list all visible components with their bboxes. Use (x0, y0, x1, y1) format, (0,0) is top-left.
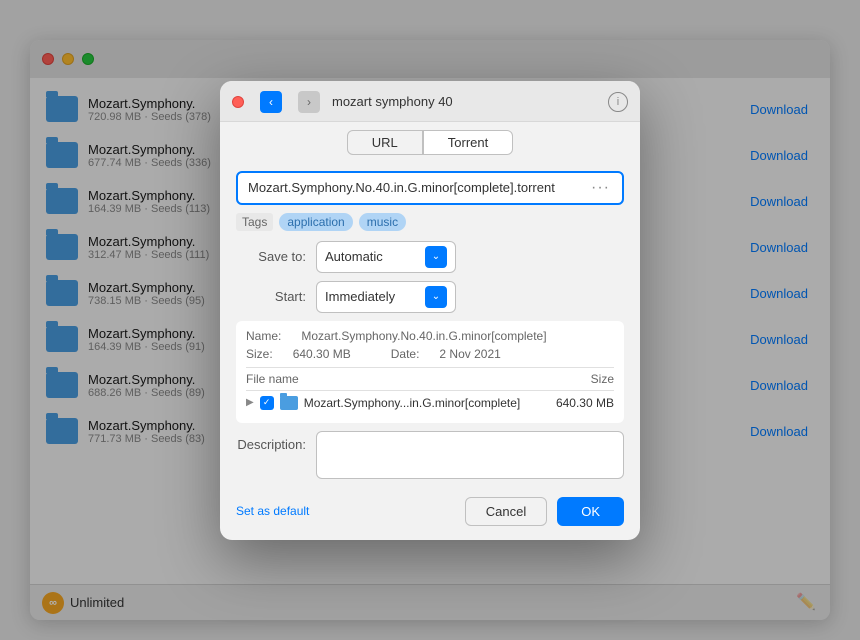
save-to-label: Save to: (236, 249, 316, 264)
file-rows: ▶ ✓ Mozart.Symphony...in.G.minor[complet… (246, 391, 614, 415)
tag-application[interactable]: application (279, 213, 352, 231)
torrent-input-row: ··· (236, 171, 624, 205)
info-size-value: 640.30 MB (293, 347, 351, 361)
file-table-row: ▶ ✓ Mozart.Symphony...in.G.minor[complet… (246, 391, 614, 415)
modal-title: mozart symphony 40 (328, 94, 600, 109)
start-select[interactable]: Immediately ⌄ (316, 281, 456, 313)
save-to-row: Save to: Automatic ⌄ (236, 241, 624, 273)
tags-label: Tags (236, 213, 273, 231)
info-name-label: Name: (246, 329, 281, 343)
start-chevron-icon: ⌄ (425, 286, 447, 308)
save-to-select[interactable]: Automatic ⌄ (316, 241, 456, 273)
description-textarea[interactable] (316, 431, 624, 479)
description-label: Description: (236, 431, 316, 452)
info-date-label: Date: (391, 347, 420, 361)
save-to-chevron-icon: ⌄ (425, 246, 447, 268)
file-size: 640.30 MB (534, 396, 614, 410)
file-checkbox[interactable]: ✓ (260, 396, 274, 410)
save-to-value: Automatic (325, 249, 383, 264)
modal-titlebar: ‹ › mozart symphony 40 i (220, 81, 640, 122)
info-size-label: Size: (246, 347, 273, 361)
cancel-button[interactable]: Cancel (465, 497, 547, 526)
file-folder-icon (280, 396, 298, 410)
modal-tl-red[interactable] (232, 96, 244, 108)
modal-back-btn[interactable]: ‹ (260, 91, 282, 113)
set-default-link[interactable]: Set as default (236, 504, 309, 518)
modal-tabs: URL Torrent (220, 122, 640, 161)
modal-info-btn[interactable]: i (608, 92, 628, 112)
info-name-value: Mozart.Symphony.No.40.in.G.minor[complet… (301, 329, 546, 343)
file-col-name-header: File name (246, 372, 534, 386)
modal-body: ··· Tags application music Save to: Auto… (220, 161, 640, 489)
file-expand-icon[interactable]: ▶ (246, 397, 254, 408)
start-label: Start: (236, 289, 316, 304)
torrent-more-btn[interactable]: ··· (589, 179, 612, 197)
tab-url[interactable]: URL (347, 130, 423, 155)
tag-music[interactable]: music (359, 213, 406, 231)
start-value: Immediately (325, 289, 395, 304)
file-table-header: File name Size (246, 368, 614, 391)
info-section: Name: Mozart.Symphony.No.40.in.G.minor[c… (236, 321, 624, 423)
file-col-size-header: Size (534, 372, 614, 386)
modal-footer: Set as default Cancel OK (220, 489, 640, 540)
torrent-dialog: ‹ › mozart symphony 40 i URL Torrent ···… (220, 81, 640, 540)
start-row: Start: Immediately ⌄ (236, 281, 624, 313)
tab-torrent[interactable]: Torrent (423, 130, 513, 155)
info-size-date-row: Size: 640.30 MB Date: 2 Nov 2021 (246, 347, 614, 361)
torrent-filename-input[interactable] (248, 180, 589, 195)
info-date-value: 2 Nov 2021 (439, 347, 500, 361)
info-name-row: Name: Mozart.Symphony.No.40.in.G.minor[c… (246, 329, 614, 343)
description-row: Description: (236, 431, 624, 479)
modal-fwd-btn[interactable]: › (298, 91, 320, 113)
ok-button[interactable]: OK (557, 497, 624, 526)
footer-buttons: Cancel OK (465, 497, 624, 526)
modal-overlay: ‹ › mozart symphony 40 i URL Torrent ···… (0, 0, 860, 640)
file-name: Mozart.Symphony...in.G.minor[complete] (304, 396, 528, 410)
file-table: File name Size ▶ ✓ Mozart.Symphony...in.… (246, 367, 614, 415)
tags-row: Tags application music (236, 213, 624, 231)
